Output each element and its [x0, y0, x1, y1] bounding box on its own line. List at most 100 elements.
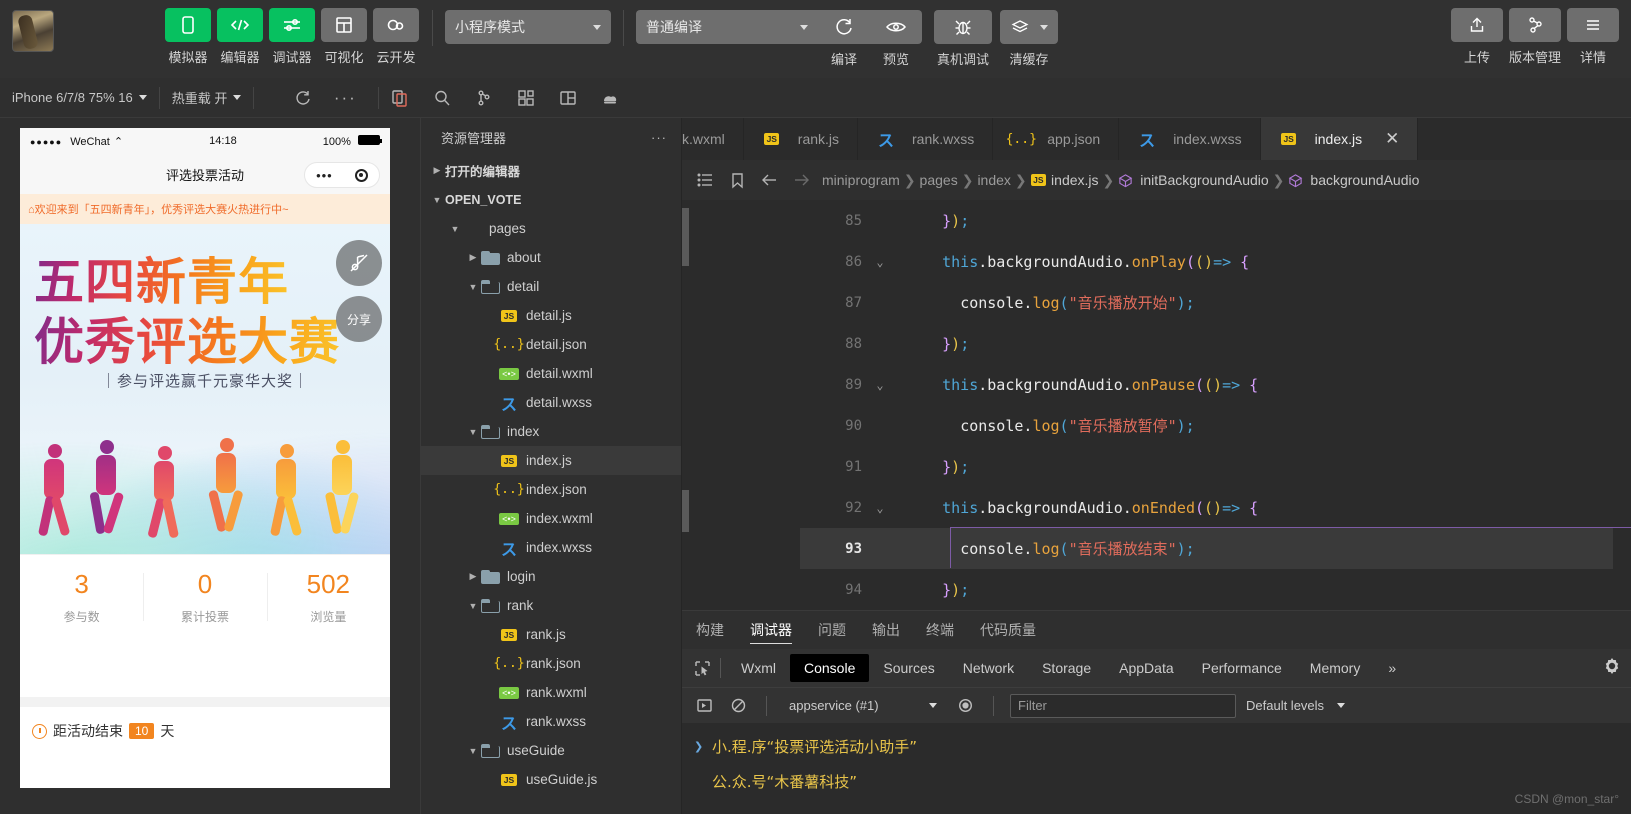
tree-item[interactable]: ▶ス detail.wxss — [421, 388, 681, 417]
console-output[interactable]: ❯ 小.程.序“投票评选活动小助手” 公.众.号“木番薯科技” — [682, 723, 1631, 814]
devtools-tab[interactable]: Network — [949, 654, 1028, 682]
sim-refresh-button[interactable] — [282, 78, 324, 118]
editor-tab[interactable]: ス index.wxss — [1119, 118, 1261, 160]
breadcrumb-item[interactable]: initBackgroundAudio — [1118, 172, 1269, 188]
sim-more-button[interactable]: ··· — [324, 78, 366, 118]
code-line[interactable]: 87 console.log("音乐播放开始"); — [800, 282, 1613, 323]
hot-reload-select[interactable]: 热重载 开 — [160, 88, 254, 107]
explorer-button[interactable] — [379, 78, 421, 118]
code-line[interactable]: 88 }); — [800, 323, 1613, 364]
devtools-tab[interactable]: Memory — [1296, 654, 1375, 682]
search-button[interactable] — [421, 78, 463, 118]
simulator-button[interactable]: 模拟器 — [164, 8, 212, 66]
tree-item[interactable]: ▼ rank — [421, 591, 681, 620]
breadcrumb-item[interactable]: miniprogram — [822, 172, 900, 188]
console-play-icon[interactable] — [692, 695, 716, 717]
mode-select[interactable]: 小程序模式 — [445, 10, 611, 44]
code-editor[interactable]: 85 }); 86 ⌄ this.backgroundAudio.onPlay(()… — [682, 200, 1631, 610]
devtools-tab[interactable]: Performance — [1188, 654, 1296, 682]
devtools-tab[interactable]: AppData — [1105, 654, 1187, 682]
tree-item[interactable]: ▼ index — [421, 417, 681, 446]
devtools-tab[interactable]: » — [1374, 654, 1410, 682]
forward-arrow-icon[interactable] — [790, 173, 812, 187]
panel-tab[interactable]: 调试器 — [750, 611, 792, 649]
upload-button[interactable] — [1450, 8, 1503, 42]
tree-item[interactable]: ▶<•> detail.wxml — [421, 359, 681, 388]
code-line[interactable]: 89 ⌄ this.backgroundAudio.onPause(()=> { — [800, 364, 1613, 405]
tree-item[interactable]: ▼ detail — [421, 272, 681, 301]
tree-item[interactable]: ▶{..}detail.json — [421, 330, 681, 359]
tree-item[interactable]: ▶ about — [421, 243, 681, 272]
device-select[interactable]: iPhone 6/7/8 75% 16 — [0, 90, 159, 105]
tree-item[interactable]: ▼ useGuide — [421, 736, 681, 765]
panel-tab[interactable]: 问题 — [818, 611, 846, 649]
devtools-tab[interactable]: Console — [790, 654, 870, 682]
code-line[interactable]: 92 ⌄ this.backgroundAudio.onEnded(()=> { — [800, 487, 1613, 528]
devtools-tab[interactable]: Storage — [1028, 654, 1105, 682]
devtools-settings-icon[interactable] — [1603, 657, 1621, 678]
expand-arrow-icon[interactable]: ❯ — [694, 740, 704, 753]
breadcrumb-item[interactable]: JS index.js — [1030, 172, 1099, 188]
tree-item[interactable]: ▶JS detail.js — [421, 301, 681, 330]
cloud-db-button[interactable] — [589, 78, 631, 118]
share-button[interactable]: 分享 — [336, 296, 382, 342]
realdevice-debug-button[interactable] — [934, 10, 992, 44]
breadcrumb-item[interactable]: pages — [920, 172, 958, 188]
console-levels-select[interactable]: Default levels — [1246, 698, 1346, 713]
wechat-capsule[interactable]: ••• — [304, 162, 380, 188]
avatar[interactable] — [12, 10, 54, 52]
tree-item[interactable]: ▶JS useGuide.js — [421, 765, 681, 794]
tree-item[interactable]: ▶ login — [421, 562, 681, 591]
detail-button[interactable] — [1567, 8, 1619, 42]
editor-tab[interactable]: k.wxml — [682, 118, 744, 160]
tree-item[interactable]: ▶JS rank.js — [421, 620, 681, 649]
breadcrumb-item[interactable]: index — [977, 172, 1010, 188]
compile-button[interactable] — [818, 10, 870, 44]
outline-icon[interactable] — [694, 173, 716, 188]
version-control-button[interactable] — [1508, 8, 1561, 42]
clear-console-icon[interactable] — [726, 695, 750, 717]
editor-tab[interactable]: JS rank.js — [743, 118, 859, 160]
debugger-button[interactable]: 调试器 — [268, 8, 316, 66]
tree-item[interactable]: ▶<•> rank.wxml — [421, 678, 681, 707]
tree-item[interactable]: ▶{..}rank.json — [421, 649, 681, 678]
code-line[interactable]: 86 ⌄ this.backgroundAudio.onPlay(()=> { — [800, 241, 1613, 282]
tree-section[interactable]: ▼ OPEN_VOTE — [421, 185, 681, 214]
tree-item[interactable]: ▶ス rank.wxss — [421, 707, 681, 736]
music-mute-button[interactable] — [336, 240, 382, 286]
tree-item[interactable]: ▶{..}index.json — [421, 475, 681, 504]
tree-item[interactable]: ▶<•> index.wxml — [421, 504, 681, 533]
code-line[interactable]: 90 console.log("音乐播放暂停"); — [800, 405, 1613, 446]
fold-chevron-icon[interactable]: ⌄ — [862, 378, 898, 392]
console-filter-input[interactable]: Filter — [1010, 693, 1236, 718]
code-line[interactable]: 94 }); — [800, 569, 1613, 610]
editor-tab[interactable]: ス rank.wxss — [858, 118, 994, 160]
console-line[interactable]: ❯ 小.程.序“投票评选活动小助手” — [682, 729, 1631, 764]
close-icon[interactable]: ✕ — [1385, 129, 1399, 149]
code-line[interactable]: 91 }); — [800, 446, 1613, 487]
editor-tab[interactable]: JS index.js ✕ — [1260, 118, 1419, 160]
console-context-select[interactable]: appservice (#1) — [783, 698, 943, 713]
panel-tab[interactable]: 代码质量 — [980, 611, 1036, 649]
cloud-dev-button[interactable]: 云开发 — [372, 8, 420, 66]
console-eye-icon[interactable] — [953, 695, 977, 717]
extensions-button[interactable] — [505, 78, 547, 118]
split-panel-button[interactable] — [547, 78, 589, 118]
breadcrumb-item[interactable]: backgroundAudio — [1288, 172, 1419, 188]
back-arrow-icon[interactable] — [758, 173, 780, 187]
clear-cache-button[interactable] — [1000, 10, 1058, 44]
visualize-button[interactable]: 可视化 — [320, 8, 368, 66]
code-line[interactable]: 85 }); — [800, 200, 1613, 241]
capsule-close-icon[interactable] — [354, 168, 368, 182]
scm-button[interactable] — [463, 78, 505, 118]
inspect-element-icon[interactable] — [690, 657, 714, 679]
capsule-more-icon[interactable]: ••• — [316, 169, 333, 182]
tree-item[interactable]: ▶JS index.js — [421, 446, 681, 475]
tree-item[interactable]: ▼ pages — [421, 214, 681, 243]
bookmark-icon[interactable] — [726, 172, 748, 189]
compile-mode-select[interactable]: 普通编译 — [636, 10, 818, 44]
preview-button[interactable] — [870, 10, 922, 44]
editor-tab[interactable]: {..} app.json — [993, 118, 1120, 160]
panel-tab[interactable]: 构建 — [696, 611, 724, 649]
fold-chevron-icon[interactable]: ⌄ — [862, 255, 898, 269]
